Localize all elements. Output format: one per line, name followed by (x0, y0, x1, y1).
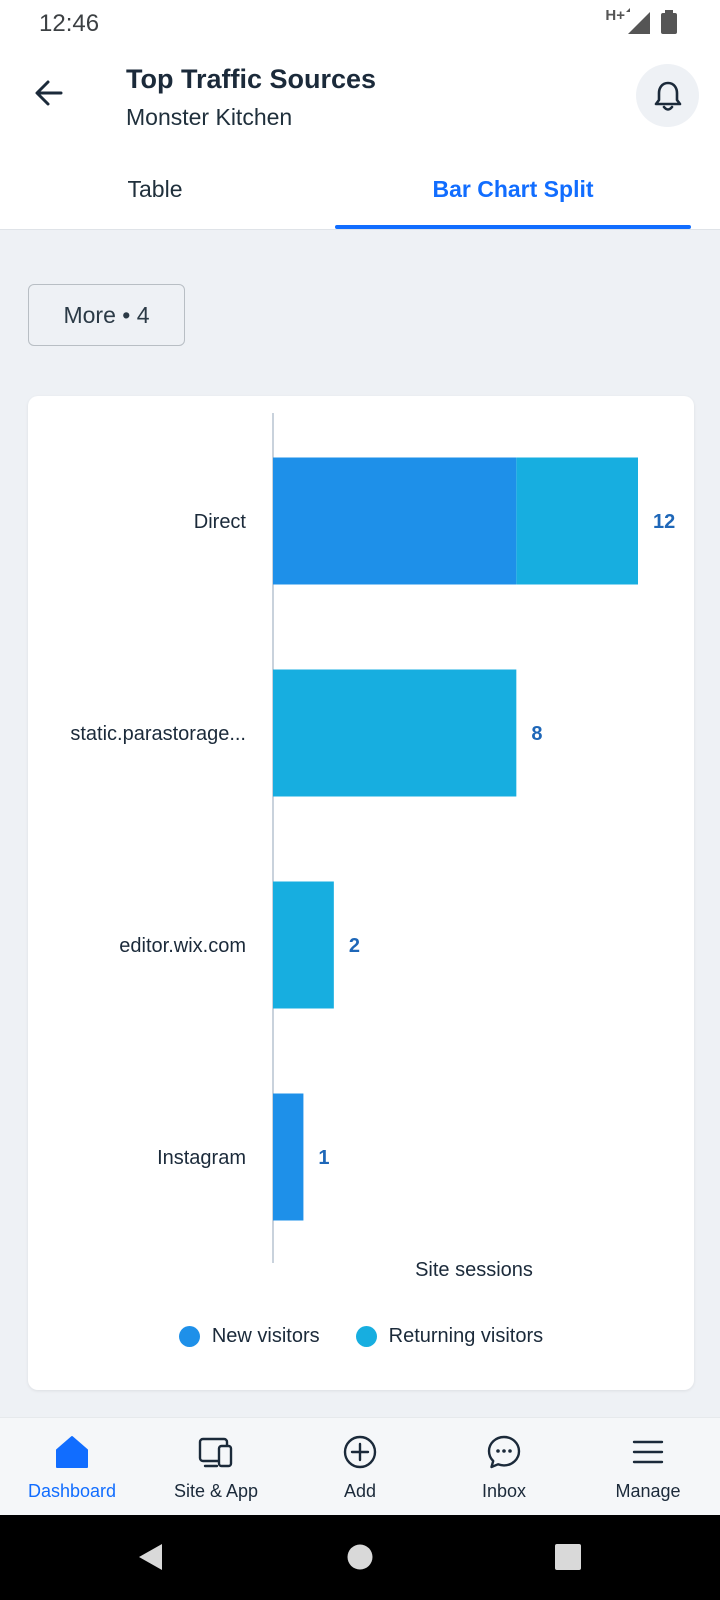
page-title: Top Traffic Sources (126, 64, 377, 94)
site-name: Monster Kitchen (126, 104, 293, 130)
bar-segment-returning-visitors[interactable] (273, 669, 517, 797)
bar-segment-new-visitors[interactable] (273, 457, 517, 585)
status-bar: 12:46 H+ (0, 0, 720, 48)
notifications-button[interactable] (636, 64, 699, 127)
chat-icon (484, 1432, 524, 1472)
devices-icon (196, 1432, 236, 1472)
plus-circle-icon (340, 1432, 380, 1472)
system-back-button[interactable] (129, 1535, 173, 1579)
signal-icon (626, 8, 650, 34)
home-icon (52, 1432, 92, 1472)
bar-chart: Direct 12static.parastorage... 8editor.wix… (70, 413, 675, 1281)
nav-label-dashboard: Dashboard (27, 1481, 117, 1501)
nav-item-dashboard[interactable]: Dashboard (0, 1418, 144, 1516)
battery-icon (661, 10, 677, 34)
back-triangle-icon (139, 1544, 162, 1570)
system-navigation-bar (0, 1515, 720, 1600)
bell-icon (654, 81, 681, 111)
home-circle-icon (347, 1544, 373, 1570)
legend-item-new-visitors: New visitors (178, 1324, 320, 1348)
status-icons: H+ (605, 6, 680, 36)
bar-value-label: 8 (531, 723, 542, 745)
app-header: Top Traffic Sources Monster Kitchen (0, 48, 720, 148)
legend-dot-returning-visitors (355, 1325, 377, 1347)
bar-segment-new-visitors[interactable] (273, 1093, 304, 1221)
bar-value-label: 1 (318, 1147, 329, 1169)
category-label: Instagram (157, 1147, 246, 1169)
recents-square-icon (555, 1544, 581, 1570)
tab-bar-chart-split[interactable]: Bar Chart Split (335, 148, 691, 230)
chart-card: Direct 12 static.parastorage... 8 editor.wix… (28, 396, 694, 1390)
nav-label-inbox: Inbox (481, 1481, 527, 1501)
status-time: 12:46 (39, 10, 100, 37)
network-type-label: H+ (605, 7, 625, 24)
nav-label-add: Add (343, 1481, 377, 1501)
bottom-navigation: Dashboard Site & App Add Inbox Manage (0, 1417, 720, 1515)
legend-label-new-visitors: New visitors (211, 1324, 320, 1347)
nav-label-site-app: Site & App (173, 1481, 259, 1501)
bar-value-label: 2 (349, 935, 360, 957)
arrow-left-icon (35, 80, 63, 106)
nav-item-inbox[interactable]: Inbox (432, 1418, 576, 1516)
back-button[interactable] (26, 70, 72, 116)
nav-item-manage[interactable]: Manage (576, 1418, 720, 1516)
system-home-button[interactable] (338, 1535, 382, 1579)
chart-legend: New visitors Returning visitors (28, 1316, 694, 1356)
bar-segment-returning-visitors[interactable] (516, 457, 638, 585)
view-tabs: Table Bar Chart Split (0, 148, 720, 230)
legend-label-returning-visitors: Returning visitors (388, 1324, 544, 1347)
category-label: static.parastorage... (70, 723, 246, 745)
legend-item-returning-visitors: Returning visitors (355, 1324, 544, 1348)
bar-segment-returning-visitors[interactable] (273, 881, 334, 1009)
nav-label-manage: Manage (615, 1481, 681, 1501)
nav-item-site-app[interactable]: Site & App (144, 1418, 288, 1516)
more-filters-button[interactable]: More • 4 (28, 284, 185, 346)
legend-dot-new-visitors (178, 1325, 200, 1347)
system-recents-button[interactable] (546, 1535, 590, 1579)
menu-icon (628, 1432, 668, 1472)
tab-table[interactable]: Table (0, 148, 310, 230)
x-axis-label: Site sessions (415, 1259, 533, 1281)
active-tab-indicator (335, 225, 691, 229)
nav-item-add[interactable]: Add (288, 1418, 432, 1516)
bar-value-label: 12 (653, 511, 675, 533)
category-label: Direct (194, 511, 247, 533)
category-label: editor.wix.com (119, 935, 246, 957)
